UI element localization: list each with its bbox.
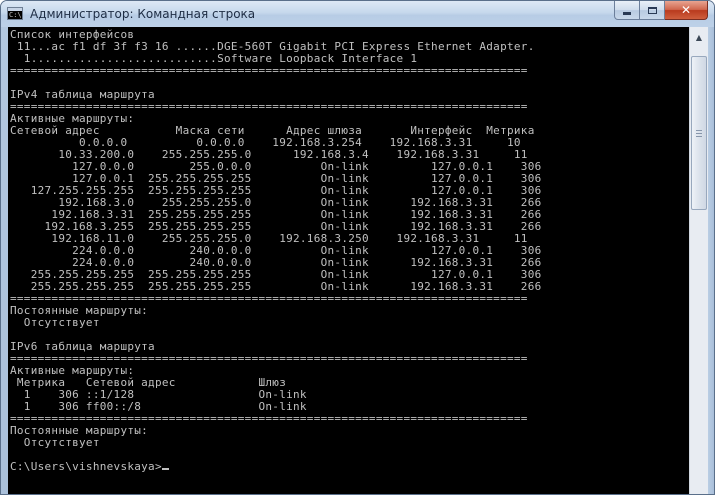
window-frame-right [708,27,714,494]
scrollbar-grip-icon [696,130,702,137]
scrollbar-thumb[interactable] [691,56,707,210]
command-prompt-window: C:\ Администратор: Командная строка ✕ Сп… [0,0,715,495]
console-text: Список интерфейсов 11...ac f1 df 3f f3 1… [8,27,689,473]
close-button[interactable]: ✕ [665,1,708,20]
window-controls: ✕ [614,1,708,20]
console-line: Отсутствует [10,316,100,329]
maximize-icon [647,6,657,14]
window-title: Администратор: Командная строка [30,7,256,21]
minimize-button[interactable] [614,1,640,20]
cmd-icon-text: C:\ [9,11,22,19]
title-bar[interactable]: C:\ Администратор: Командная строка ✕ [1,1,714,27]
command-prompt: C:\Users\vishnevskaya> [10,460,162,473]
close-icon: ✕ [680,3,692,17]
scroll-up-arrow-icon[interactable]: ▲ [691,29,707,45]
console-output-area[interactable]: Список интерфейсов 11...ac f1 df 3f f3 1… [8,27,689,494]
text-cursor [161,468,169,470]
console-line: Отсутствует [10,436,100,449]
minimize-icon [623,12,631,15]
console-line: ========================================… [10,64,528,77]
vertical-scrollbar[interactable]: ▲ [689,27,708,494]
cmd-icon[interactable]: C:\ [7,7,23,20]
maximize-button[interactable] [640,1,665,20]
console-lines: Список интерфейсов 11...ac f1 df 3f f3 1… [10,28,542,449]
